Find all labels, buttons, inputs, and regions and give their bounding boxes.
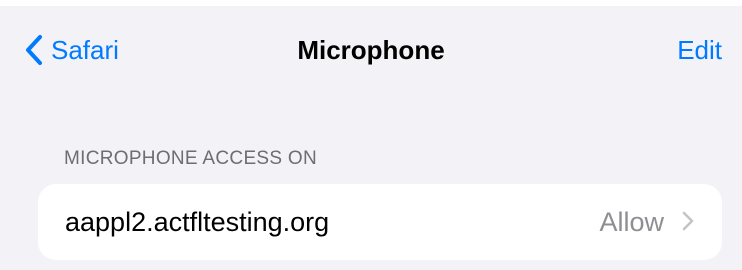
website-permission-row[interactable]: aappl2.actfltesting.org Allow bbox=[38, 184, 722, 260]
edit-button[interactable]: Edit bbox=[677, 30, 722, 70]
settings-group: aappl2.actfltesting.org Allow bbox=[38, 184, 722, 260]
navigation-bar: Safari Microphone Edit bbox=[0, 6, 742, 96]
section-header: MICROPHONE ACCESS ON bbox=[64, 148, 318, 169]
chevron-right-icon bbox=[682, 211, 694, 231]
website-name: aappl2.actfltesting.org bbox=[65, 207, 330, 237]
permission-value: Allow bbox=[599, 207, 664, 237]
page-title: Microphone bbox=[297, 35, 445, 65]
